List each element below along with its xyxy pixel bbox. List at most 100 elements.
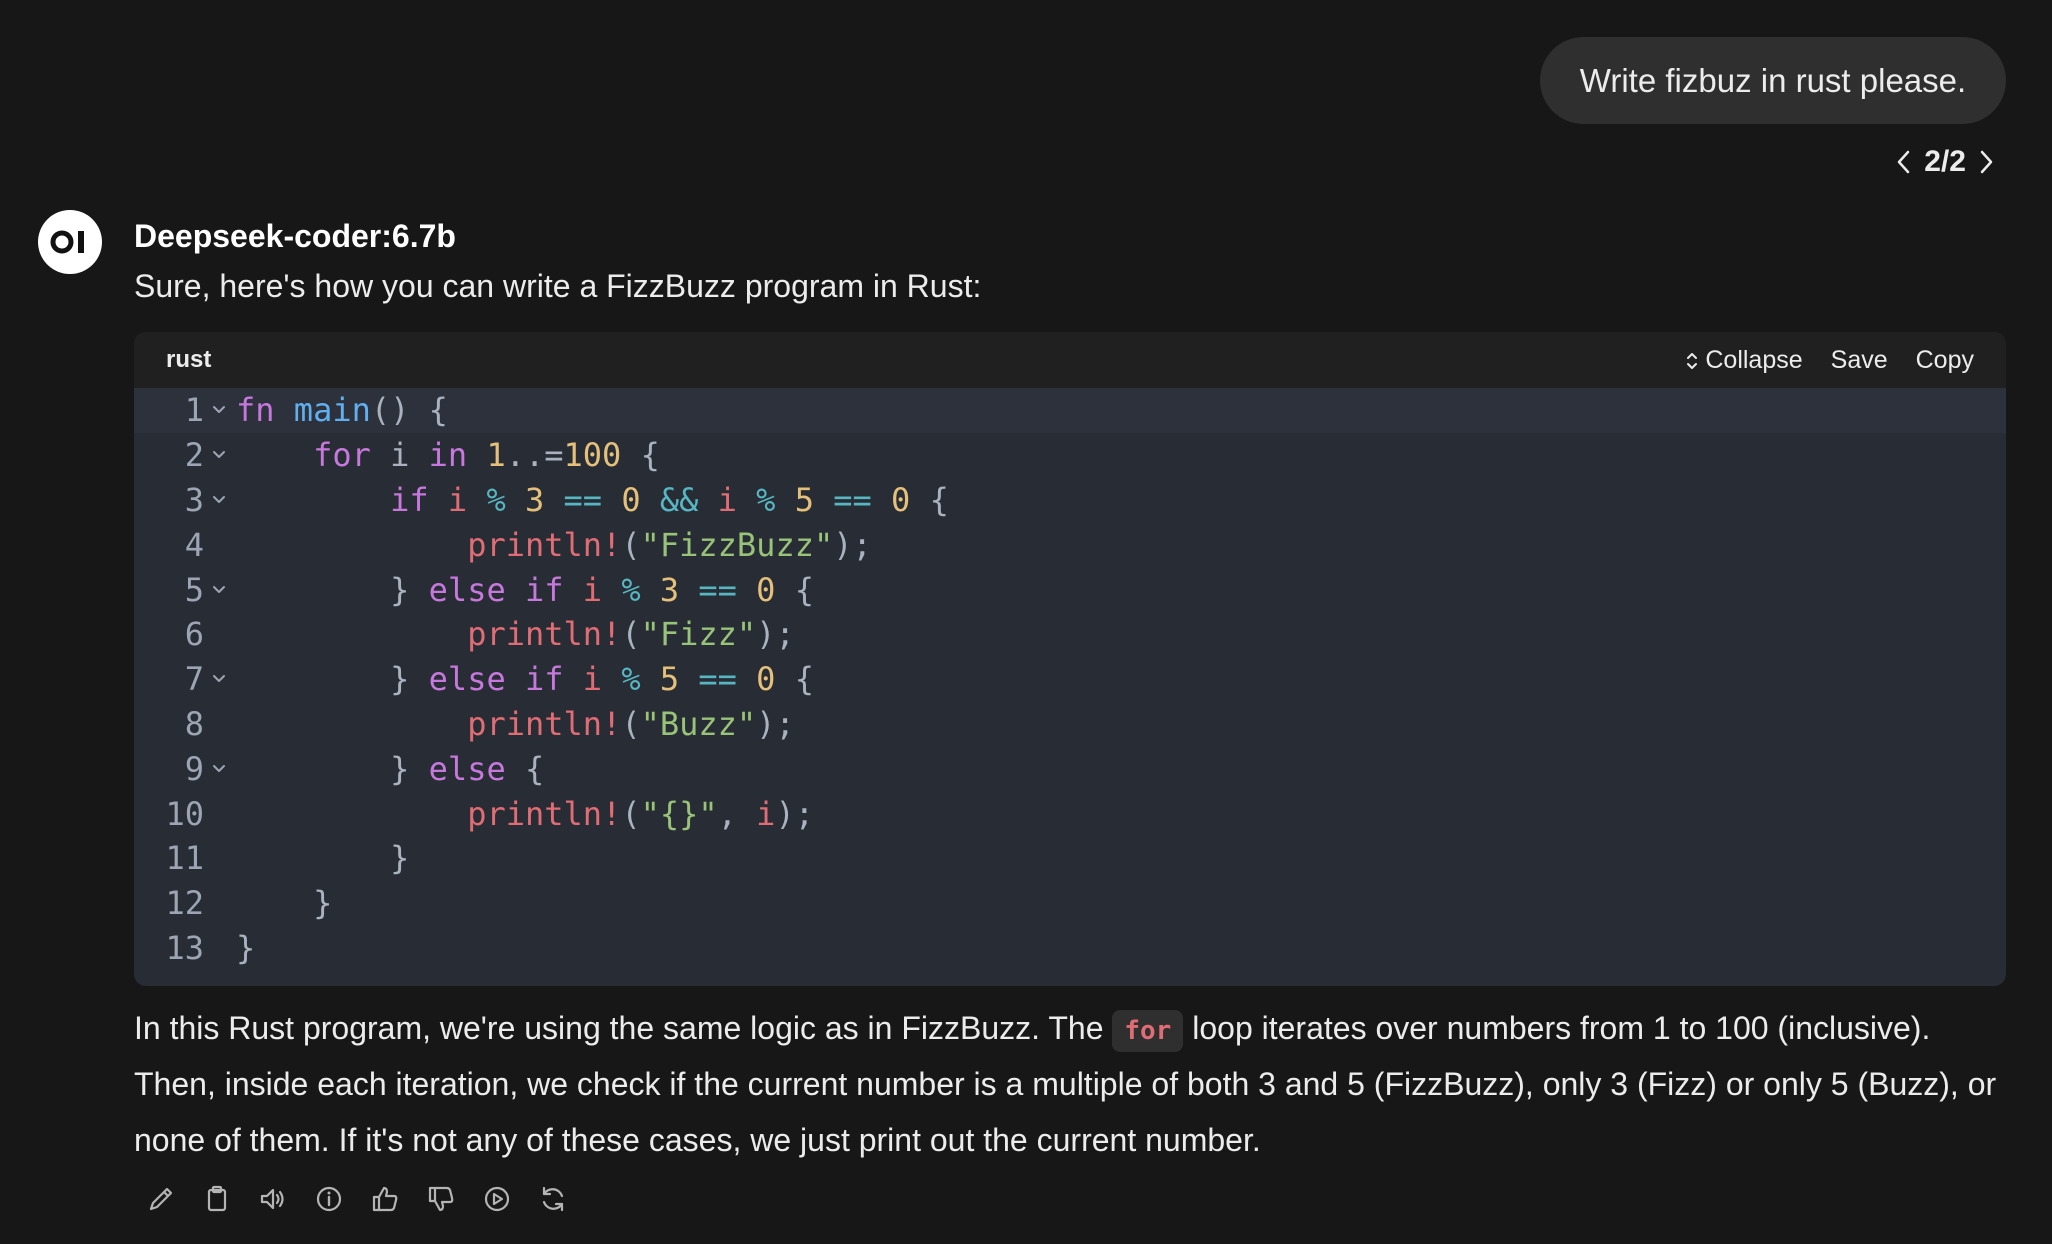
good-response-button[interactable] (368, 1182, 401, 1215)
code-token: i (582, 660, 603, 699)
code-token: ..= (505, 436, 564, 475)
code-line[interactable]: 4 println!("FizzBuzz"); (134, 522, 2006, 567)
code-line-text: } (234, 884, 332, 922)
code-line[interactable]: 7 } else if i % 5 == 0 { (134, 657, 2006, 702)
code-line[interactable]: 6 println!("Fizz"); (134, 612, 2006, 657)
code-line-text: } else { (234, 750, 544, 788)
code-token: 100 (563, 436, 622, 475)
edit-button[interactable] (144, 1182, 177, 1215)
code-token: in (428, 436, 468, 475)
code-token: println! (467, 615, 622, 654)
regenerate-button[interactable] (536, 1182, 569, 1215)
code-line[interactable]: 13} (134, 926, 2006, 971)
fold-chevron-down-icon[interactable] (204, 405, 234, 415)
code-token: } (236, 570, 429, 609)
line-gutter: 9 (134, 750, 234, 788)
code-token: "Buzz" (640, 704, 757, 743)
previous-response-chevron-left-icon[interactable] (1894, 148, 1912, 176)
code-line[interactable]: 8 println!("Buzz"); (134, 702, 2006, 747)
fold-chevron-down-icon[interactable] (204, 450, 234, 460)
line-gutter: 5 (134, 571, 234, 609)
inline-code-for: for (1112, 1009, 1184, 1052)
code-token: } (236, 884, 333, 923)
code-line-text: if i % 3 == 0 && i % 5 == 0 { (234, 481, 949, 519)
code-line[interactable]: 1 fn main() { (134, 388, 2006, 433)
code-token: 3 (524, 480, 545, 519)
code-token: ( (621, 525, 641, 564)
save-button[interactable]: Save (1831, 346, 1888, 375)
code-token: % (621, 660, 641, 699)
code-token: % (486, 480, 506, 519)
collapse-label: Collapse (1705, 346, 1803, 374)
code-token: fn (236, 391, 294, 430)
copy-code-button[interactable]: Copy (1916, 346, 1974, 375)
code-token: 0 (756, 660, 776, 699)
code-token: println! (467, 704, 622, 743)
line-number: 7 (184, 660, 204, 699)
code-line[interactable]: 10 println!("{}", i); (134, 791, 2006, 836)
code-token: 0 (621, 480, 641, 519)
code-token: i (756, 794, 776, 833)
code-token: () { (370, 391, 448, 430)
code-token: 0 (756, 570, 776, 609)
code-token: "FizzBuzz" (640, 525, 834, 564)
model-avatar (38, 210, 102, 274)
read-aloud-button[interactable] (256, 1182, 289, 1215)
code-token: { (505, 749, 545, 788)
generation-info-button[interactable] (312, 1182, 345, 1215)
code-token: == (563, 480, 603, 519)
fold-chevron-down-icon[interactable] (204, 495, 234, 505)
line-number: 1 (184, 391, 204, 430)
code-line[interactable]: 11 } (134, 836, 2006, 881)
line-gutter: 6 (134, 615, 234, 653)
fold-chevron-down-icon[interactable] (204, 674, 234, 684)
code-line[interactable]: 12 } (134, 881, 2006, 926)
code-token: { (910, 480, 949, 519)
collapse-button[interactable]: Collapse (1685, 346, 1803, 375)
line-gutter: 12 (134, 884, 234, 922)
continue-response-button[interactable] (480, 1182, 513, 1215)
bad-response-button[interactable] (424, 1182, 457, 1215)
line-gutter: 10 (134, 795, 234, 833)
code-token: else if (428, 660, 564, 699)
code-line-text: } else if i % 5 == 0 { (234, 660, 814, 698)
code-token: ( (621, 615, 641, 654)
line-number: 3 (184, 480, 204, 519)
code-line[interactable]: 2 for i in 1..=100 { (134, 433, 2006, 478)
fold-chevron-down-icon[interactable] (204, 764, 234, 774)
copy-response-button[interactable] (200, 1182, 233, 1215)
code-token: { (621, 436, 660, 475)
code-block: rust Collapse Save Copy 1 fn main() { 2 fo… (134, 332, 2006, 986)
code-line[interactable]: 9 } else { (134, 746, 2006, 791)
code-editor[interactable]: 1 fn main() { 2 for i in 1..=100 {3 if i %… (134, 388, 2006, 970)
code-line[interactable]: 5 } else if i % 3 == 0 { (134, 567, 2006, 612)
line-gutter: 4 (134, 526, 234, 564)
code-token: % (756, 480, 776, 519)
code-token: println! (467, 525, 622, 564)
code-token: { (775, 660, 814, 699)
next-response-chevron-right-icon[interactable] (1978, 148, 1996, 176)
code-token: else if (428, 570, 564, 609)
code-line-text: println!("Buzz"); (234, 705, 795, 743)
line-number: 12 (165, 884, 204, 923)
code-token: % (621, 570, 641, 609)
user-message-bubble: Write fizbuz in rust please. (1540, 37, 2006, 124)
code-line[interactable]: 3 if i % 3 == 0 && i % 5 == 0 { (134, 478, 2006, 523)
code-block-header: rust Collapse Save Copy (134, 332, 2006, 388)
line-gutter: 8 (134, 705, 234, 743)
fold-chevron-down-icon[interactable] (204, 585, 234, 595)
line-number: 4 (184, 525, 204, 564)
code-line-text: fn main() { (234, 391, 448, 429)
code-token: i (447, 480, 468, 519)
code-token: ); (775, 794, 814, 833)
